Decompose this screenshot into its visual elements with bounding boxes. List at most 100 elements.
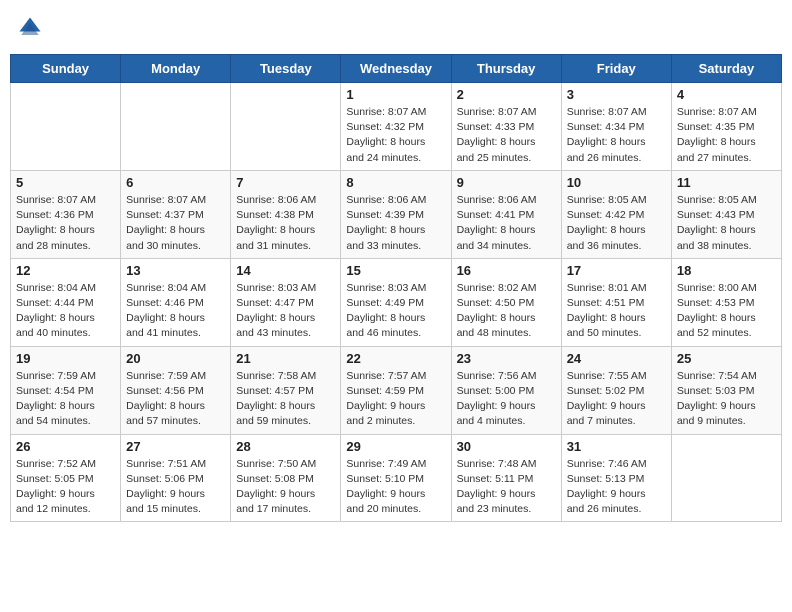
calendar-week-row: 26Sunrise: 7:52 AMSunset: 5:05 PMDayligh… xyxy=(11,434,782,522)
weekday-header: Saturday xyxy=(671,55,781,83)
day-number: 29 xyxy=(346,439,445,454)
calendar-cell: 29 Sunrise: 7:49 AMSunset: 5:10 PMDayligh… xyxy=(341,434,451,522)
calendar-cell: 5 Sunrise: 8:07 AMSunset: 4:36 PMDaylight… xyxy=(11,170,121,258)
weekday-header: Monday xyxy=(121,55,231,83)
calendar-cell: 31 Sunrise: 7:46 AMSunset: 5:13 PMDayligh… xyxy=(561,434,671,522)
day-info: Sunrise: 7:59 AMSunset: 4:56 PMDaylight:… xyxy=(126,369,225,430)
day-number: 15 xyxy=(346,263,445,278)
day-info: Sunrise: 8:07 AMSunset: 4:35 PMDaylight:… xyxy=(677,105,776,166)
day-number: 11 xyxy=(677,175,776,190)
calendar-cell xyxy=(231,83,341,171)
day-number: 17 xyxy=(567,263,666,278)
day-info: Sunrise: 7:55 AMSunset: 5:02 PMDaylight:… xyxy=(567,369,666,430)
calendar-week-row: 1 Sunrise: 8:07 AMSunset: 4:32 PMDaylight… xyxy=(11,83,782,171)
day-info: Sunrise: 7:56 AMSunset: 5:00 PMDaylight:… xyxy=(457,369,556,430)
calendar-cell: 4 Sunrise: 8:07 AMSunset: 4:35 PMDaylight… xyxy=(671,83,781,171)
calendar-cell: 27Sunrise: 7:51 AMSunset: 5:06 PMDayligh… xyxy=(121,434,231,522)
calendar-cell: 18 Sunrise: 8:00 AMSunset: 4:53 PMDayligh… xyxy=(671,258,781,346)
day-number: 16 xyxy=(457,263,556,278)
day-info: Sunrise: 8:06 AMSunset: 4:41 PMDaylight:… xyxy=(457,193,556,254)
calendar-week-row: 12 Sunrise: 8:04 AMSunset: 4:44 PMDayligh… xyxy=(11,258,782,346)
calendar-cell: 24Sunrise: 7:55 AMSunset: 5:02 PMDayligh… xyxy=(561,346,671,434)
day-info: Sunrise: 8:02 AMSunset: 4:50 PMDaylight:… xyxy=(457,281,556,342)
calendar-cell: 21 Sunrise: 7:58 AMSunset: 4:57 PMDayligh… xyxy=(231,346,341,434)
calendar-cell: 3 Sunrise: 8:07 AMSunset: 4:34 PMDaylight… xyxy=(561,83,671,171)
calendar-cell xyxy=(671,434,781,522)
calendar-table: SundayMondayTuesdayWednesdayThursdayFrid… xyxy=(10,54,782,522)
day-info: Sunrise: 8:06 AMSunset: 4:39 PMDaylight:… xyxy=(346,193,445,254)
calendar-cell: 28Sunrise: 7:50 AMSunset: 5:08 PMDayligh… xyxy=(231,434,341,522)
weekday-row: SundayMondayTuesdayWednesdayThursdayFrid… xyxy=(11,55,782,83)
calendar-cell: 25Sunrise: 7:54 AMSunset: 5:03 PMDayligh… xyxy=(671,346,781,434)
day-info: Sunrise: 8:06 AMSunset: 4:38 PMDaylight:… xyxy=(236,193,335,254)
logo xyxy=(16,14,46,42)
day-info: Sunrise: 8:07 AMSunset: 4:37 PMDaylight:… xyxy=(126,193,225,254)
day-info: Sunrise: 8:07 AMSunset: 4:36 PMDaylight:… xyxy=(16,193,115,254)
day-info: Sunrise: 7:57 AMSunset: 4:59 PMDaylight:… xyxy=(346,369,445,430)
calendar-cell xyxy=(121,83,231,171)
calendar-cell: 1 Sunrise: 8:07 AMSunset: 4:32 PMDaylight… xyxy=(341,83,451,171)
calendar-header: SundayMondayTuesdayWednesdayThursdayFrid… xyxy=(11,55,782,83)
weekday-header: Friday xyxy=(561,55,671,83)
day-info: Sunrise: 8:04 AMSunset: 4:44 PMDaylight:… xyxy=(16,281,115,342)
page-header xyxy=(10,10,782,46)
calendar-cell: 15 Sunrise: 8:03 AMSunset: 4:49 PMDayligh… xyxy=(341,258,451,346)
calendar-cell: 13Sunrise: 8:04 AMSunset: 4:46 PMDayligh… xyxy=(121,258,231,346)
day-info: Sunrise: 7:49 AMSunset: 5:10 PMDaylight:… xyxy=(346,457,445,518)
calendar-cell: 12 Sunrise: 8:04 AMSunset: 4:44 PMDayligh… xyxy=(11,258,121,346)
day-info: Sunrise: 7:48 AMSunset: 5:11 PMDaylight:… xyxy=(457,457,556,518)
day-number: 23 xyxy=(457,351,556,366)
day-number: 3 xyxy=(567,87,666,102)
calendar-cell: 20 Sunrise: 7:59 AMSunset: 4:56 PMDayligh… xyxy=(121,346,231,434)
day-info: Sunrise: 8:00 AMSunset: 4:53 PMDaylight:… xyxy=(677,281,776,342)
weekday-header: Sunday xyxy=(11,55,121,83)
day-info: Sunrise: 8:07 AMSunset: 4:32 PMDaylight:… xyxy=(346,105,445,166)
day-number: 19 xyxy=(16,351,115,366)
day-number: 4 xyxy=(677,87,776,102)
day-info: Sunrise: 7:58 AMSunset: 4:57 PMDaylight:… xyxy=(236,369,335,430)
day-info: Sunrise: 8:05 AMSunset: 4:42 PMDaylight:… xyxy=(567,193,666,254)
calendar-week-row: 19 Sunrise: 7:59 AMSunset: 4:54 PMDayligh… xyxy=(11,346,782,434)
day-number: 12 xyxy=(16,263,115,278)
calendar-cell xyxy=(11,83,121,171)
day-number: 5 xyxy=(16,175,115,190)
day-number: 13 xyxy=(126,263,225,278)
day-info: Sunrise: 7:54 AMSunset: 5:03 PMDaylight:… xyxy=(677,369,776,430)
calendar-cell: 8 Sunrise: 8:06 AMSunset: 4:39 PMDaylight… xyxy=(341,170,451,258)
day-number: 21 xyxy=(236,351,335,366)
day-info: Sunrise: 8:03 AMSunset: 4:47 PMDaylight:… xyxy=(236,281,335,342)
day-info: Sunrise: 8:01 AMSunset: 4:51 PMDaylight:… xyxy=(567,281,666,342)
calendar-cell: 2 Sunrise: 8:07 AMSunset: 4:33 PMDaylight… xyxy=(451,83,561,171)
calendar-week-row: 5 Sunrise: 8:07 AMSunset: 4:36 PMDaylight… xyxy=(11,170,782,258)
day-number: 20 xyxy=(126,351,225,366)
day-number: 10 xyxy=(567,175,666,190)
calendar-cell: 11 Sunrise: 8:05 AMSunset: 4:43 PMDayligh… xyxy=(671,170,781,258)
calendar-cell: 9Sunrise: 8:06 AMSunset: 4:41 PMDaylight… xyxy=(451,170,561,258)
calendar-cell: 19 Sunrise: 7:59 AMSunset: 4:54 PMDayligh… xyxy=(11,346,121,434)
day-number: 7 xyxy=(236,175,335,190)
day-info: Sunrise: 8:07 AMSunset: 4:34 PMDaylight:… xyxy=(567,105,666,166)
day-info: Sunrise: 8:07 AMSunset: 4:33 PMDaylight:… xyxy=(457,105,556,166)
calendar-cell: 26Sunrise: 7:52 AMSunset: 5:05 PMDayligh… xyxy=(11,434,121,522)
day-info: Sunrise: 7:52 AMSunset: 5:05 PMDaylight:… xyxy=(16,457,115,518)
day-number: 27 xyxy=(126,439,225,454)
calendar-cell: 14 Sunrise: 8:03 AMSunset: 4:47 PMDayligh… xyxy=(231,258,341,346)
calendar-cell: 17 Sunrise: 8:01 AMSunset: 4:51 PMDayligh… xyxy=(561,258,671,346)
day-info: Sunrise: 8:05 AMSunset: 4:43 PMDaylight:… xyxy=(677,193,776,254)
day-number: 18 xyxy=(677,263,776,278)
day-number: 2 xyxy=(457,87,556,102)
day-info: Sunrise: 7:59 AMSunset: 4:54 PMDaylight:… xyxy=(16,369,115,430)
day-number: 14 xyxy=(236,263,335,278)
weekday-header: Tuesday xyxy=(231,55,341,83)
day-info: Sunrise: 7:46 AMSunset: 5:13 PMDaylight:… xyxy=(567,457,666,518)
day-number: 1 xyxy=(346,87,445,102)
day-number: 31 xyxy=(567,439,666,454)
day-info: Sunrise: 8:03 AMSunset: 4:49 PMDaylight:… xyxy=(346,281,445,342)
weekday-header: Thursday xyxy=(451,55,561,83)
day-number: 6 xyxy=(126,175,225,190)
day-number: 30 xyxy=(457,439,556,454)
calendar-cell: 6 Sunrise: 8:07 AMSunset: 4:37 PMDaylight… xyxy=(121,170,231,258)
calendar-cell: 16 Sunrise: 8:02 AMSunset: 4:50 PMDayligh… xyxy=(451,258,561,346)
day-number: 8 xyxy=(346,175,445,190)
day-number: 22 xyxy=(346,351,445,366)
